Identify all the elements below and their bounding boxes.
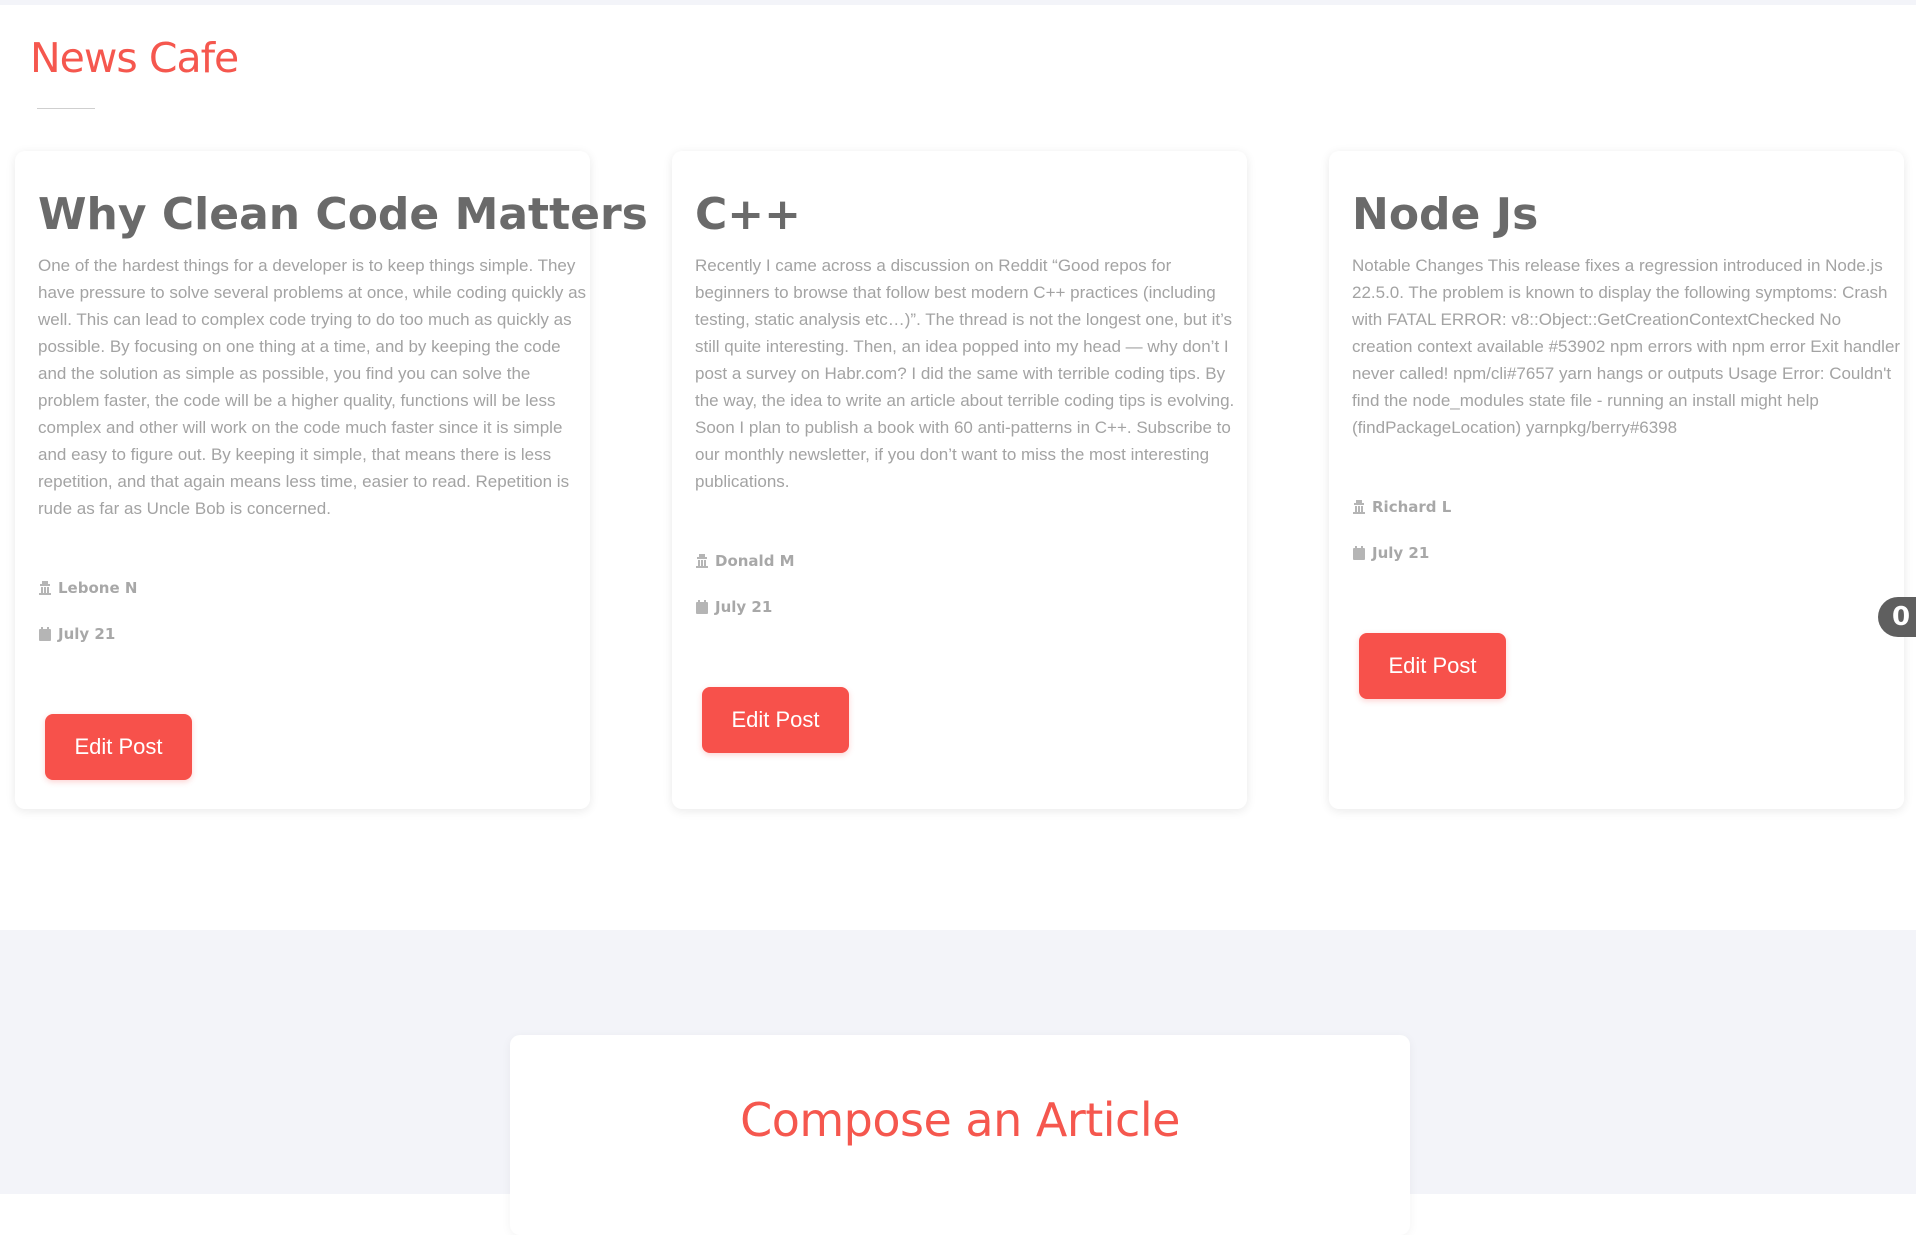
post-date-text: July 21 [58,625,116,643]
post-date-text: July 21 [1372,544,1430,562]
post-title: Node Js [1352,189,1539,240]
post-body: One of the hardest things for a develope… [38,256,587,518]
side-badge[interactable]: 0 [1878,597,1916,637]
post-card: Why Clean Code Matters One of the hardes… [15,151,648,809]
compose-title: Compose an Article [740,1093,1180,1147]
post-title: C++ [695,189,802,240]
post-date: July 21 [695,598,772,616]
post-date: July 21 [1352,544,1429,562]
author-icon [696,554,708,568]
edit-post-button[interactable]: Edit Post [45,714,192,780]
post-author: Donald M [695,552,795,570]
post-author-name: Richard L [1372,498,1452,516]
author-icon [1353,500,1365,514]
edit-post-button[interactable]: Edit Post [702,687,849,753]
brand-divider [37,108,95,109]
post-author-name: Lebone N [58,579,138,597]
post-author: Richard L [1352,498,1451,516]
post-body: Recently I came across a discussion on R… [695,256,1235,491]
post-card: Node Js Notable Changes This release fix… [1329,151,1904,809]
post-date-text: July 21 [715,598,773,616]
edit-post-button[interactable]: Edit Post [1359,633,1506,699]
compose-card: Compose an Article [510,1035,1410,1235]
brand-logo-text[interactable]: News Cafe [30,33,239,83]
calendar-icon [696,600,708,614]
post-date: July 21 [38,625,115,643]
calendar-icon [39,627,51,641]
post-body: Notable Changes This release fixes a reg… [1352,256,1901,437]
calendar-icon [1353,546,1365,560]
post-title: Why Clean Code Matters [38,189,648,240]
post-card: C++ Recently I came across a discussion … [672,151,1247,809]
top-strip [0,0,1916,5]
post-author: Lebone N [38,579,137,597]
author-icon [39,581,51,595]
post-author-name: Donald M [715,552,795,570]
